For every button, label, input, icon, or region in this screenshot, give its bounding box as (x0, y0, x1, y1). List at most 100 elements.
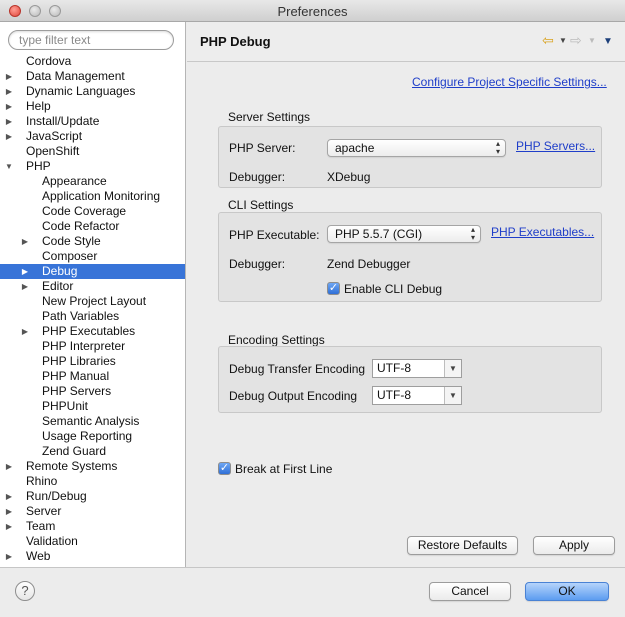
disclosure-collapsed-icon[interactable]: ▶ (20, 264, 30, 279)
tree-item-javascript[interactable]: ▶ JavaScript (0, 129, 185, 144)
debug-transfer-encoding-label: Debug Transfer Encoding (229, 362, 366, 376)
tree-item-label: JavaScript (26, 129, 83, 143)
cancel-button[interactable]: Cancel (429, 582, 511, 601)
disclosure-collapsed-icon[interactable]: ▶ (4, 489, 14, 504)
tree-item-server[interactable]: ▶ Server (0, 504, 185, 519)
tree-item-install-update[interactable]: ▶ Install/Update (0, 114, 185, 129)
disclosure-collapsed-icon[interactable]: ▶ (20, 324, 30, 339)
configure-project-settings-link[interactable]: Configure Project Specific Settings... (412, 75, 607, 89)
tree-item-php-executables[interactable]: ▶ PHP Executables (0, 324, 185, 339)
cli-debugger-value: Zend Debugger (327, 257, 411, 271)
tree-item-label: Install/Update (26, 114, 100, 128)
tree-item-rhino[interactable]: Rhino (0, 474, 185, 489)
tree-item-label: PHP Servers (42, 384, 112, 398)
disclosure-collapsed-icon[interactable]: ▶ (4, 114, 14, 129)
server-settings-title: Server Settings (228, 110, 311, 124)
tree-item-dynamic-languages[interactable]: ▶ Dynamic Languages (0, 84, 185, 99)
tree-item-php-manual[interactable]: PHP Manual (0, 369, 185, 384)
tree-item-remote-systems[interactable]: ▶ Remote Systems (0, 459, 185, 474)
tree-item-zend-guard[interactable]: Zend Guard (0, 444, 185, 459)
break-at-first-line-label: Break at First Line (235, 462, 333, 476)
ok-button[interactable]: OK (525, 582, 609, 601)
tree-item-web[interactable]: ▶ Web (0, 549, 185, 564)
tree-item-code-coverage[interactable]: Code Coverage (0, 204, 185, 219)
chevron-down-icon[interactable]: ▼ (444, 387, 461, 404)
tree-item-label: Validation (26, 534, 78, 548)
tree-item-appearance[interactable]: Appearance (0, 174, 185, 189)
dialog-footer: ? Cancel OK (0, 567, 625, 617)
debug-transfer-encoding-value: UTF-8 (377, 361, 411, 375)
preference-page: PHP Debug ⇦ ▼ ⇨ ▼ ▼ Configure Project Sp… (187, 22, 625, 567)
tree-item-application-monitoring[interactable]: Application Monitoring (0, 189, 185, 204)
tree-item-label: New Project Layout (42, 294, 147, 308)
tree-item-php-servers[interactable]: PHP Servers (0, 384, 185, 399)
disclosure-collapsed-icon[interactable]: ▶ (20, 279, 30, 294)
check-icon: ✓ (219, 462, 230, 474)
tree-item-new-project-layout[interactable]: New Project Layout (0, 294, 185, 309)
tree-item-data-management[interactable]: ▶ Data Management (0, 69, 185, 84)
tree-item-label: PHP (26, 159, 51, 173)
tree-item-label: Editor (42, 279, 74, 293)
tree-item-openshift[interactable]: OpenShift (0, 144, 185, 159)
window-title: Preferences (277, 4, 348, 19)
tree-item-composer[interactable]: Composer (0, 249, 185, 264)
disclosure-collapsed-icon[interactable]: ▶ (4, 69, 14, 84)
title-bar: Preferences (0, 0, 625, 22)
tree-item-php-libraries[interactable]: PHP Libraries (0, 354, 185, 369)
server-debugger-label: Debugger: (229, 170, 286, 184)
tree-item-code-refactor[interactable]: Code Refactor (0, 219, 185, 234)
tree-item-php-interpreter[interactable]: PHP Interpreter (0, 339, 185, 354)
disclosure-collapsed-icon[interactable]: ▶ (4, 504, 14, 519)
enable-cli-debug-label: Enable CLI Debug (344, 282, 443, 296)
tree-item-phpunit[interactable]: PHPUnit (0, 399, 185, 414)
tree-item-label: PHPUnit (42, 399, 89, 413)
tree-item-cordova[interactable]: Cordova (0, 54, 185, 69)
view-menu-icon[interactable]: ▼ (603, 36, 613, 47)
debug-output-encoding-combo[interactable]: UTF-8 ▼ (372, 386, 462, 405)
restore-defaults-button[interactable]: Restore Defaults (407, 536, 518, 555)
enable-cli-debug-checkbox[interactable]: ✓ (327, 282, 340, 295)
tree-item-label: Web (26, 549, 51, 563)
disclosure-collapsed-icon[interactable]: ▶ (4, 519, 14, 534)
tree-item-label: Run/Debug (26, 489, 87, 503)
tree-item-help[interactable]: ▶ Help (0, 99, 185, 114)
filter-input[interactable]: type filter text (8, 30, 174, 50)
disclosure-collapsed-icon[interactable]: ▶ (4, 549, 14, 564)
php-servers-link[interactable]: PHP Servers... (516, 139, 595, 153)
php-server-label: PHP Server: (229, 141, 296, 155)
tree-item-php[interactable]: ▼ PHP (0, 159, 185, 174)
chevron-down-icon[interactable]: ▼ (444, 360, 461, 377)
preferences-tree: Cordova ▶ Data Management ▶ Dynamic Language… (0, 54, 185, 564)
back-arrow-icon[interactable]: ⇦ (542, 32, 554, 49)
disclosure-collapsed-icon[interactable]: ▶ (4, 84, 14, 99)
tree-item-code-style[interactable]: ▶ Code Style (0, 234, 185, 249)
tree-item-debug[interactable]: ▶ Debug (0, 264, 185, 279)
tree-item-label: Path Variables (42, 309, 120, 323)
disclosure-collapsed-icon[interactable]: ▶ (4, 459, 14, 474)
tree-item-run-debug[interactable]: ▶ Run/Debug (0, 489, 185, 504)
php-executable-select[interactable]: PHP 5.5.7 (CGI) ▴ ▾ (327, 225, 481, 243)
php-executables-link[interactable]: PHP Executables... (491, 225, 594, 239)
tree-item-usage-reporting[interactable]: Usage Reporting (0, 429, 185, 444)
server-debugger-value: XDebug (327, 170, 371, 184)
disclosure-expanded-icon[interactable]: ▼ (4, 159, 14, 174)
debug-output-encoding-label: Debug Output Encoding (229, 389, 358, 403)
tree-item-editor[interactable]: ▶ Editor (0, 279, 185, 294)
tree-item-label: Code Refactor (42, 219, 120, 233)
debug-transfer-encoding-combo[interactable]: UTF-8 ▼ (372, 359, 462, 378)
break-at-first-line-checkbox[interactable]: ✓ (218, 462, 231, 475)
forward-history-dropdown-icon[interactable]: ▼ (588, 36, 596, 45)
disclosure-collapsed-icon[interactable]: ▶ (4, 129, 14, 144)
tree-item-path-variables[interactable]: Path Variables (0, 309, 185, 324)
tree-item-team[interactable]: ▶ Team (0, 519, 185, 534)
help-icon[interactable]: ? (15, 581, 35, 601)
cli-settings-group: PHP Executable: PHP 5.5.7 (CGI) ▴ ▾ PHP E… (218, 212, 602, 302)
php-server-select[interactable]: apache ▴ ▾ (327, 139, 506, 157)
disclosure-collapsed-icon[interactable]: ▶ (20, 234, 30, 249)
forward-arrow-icon[interactable]: ⇨ (570, 32, 582, 49)
apply-button[interactable]: Apply (533, 536, 615, 555)
tree-item-semantic-analysis[interactable]: Semantic Analysis (0, 414, 185, 429)
tree-item-validation[interactable]: Validation (0, 534, 185, 549)
disclosure-collapsed-icon[interactable]: ▶ (4, 99, 14, 114)
back-history-dropdown-icon[interactable]: ▼ (559, 36, 567, 45)
